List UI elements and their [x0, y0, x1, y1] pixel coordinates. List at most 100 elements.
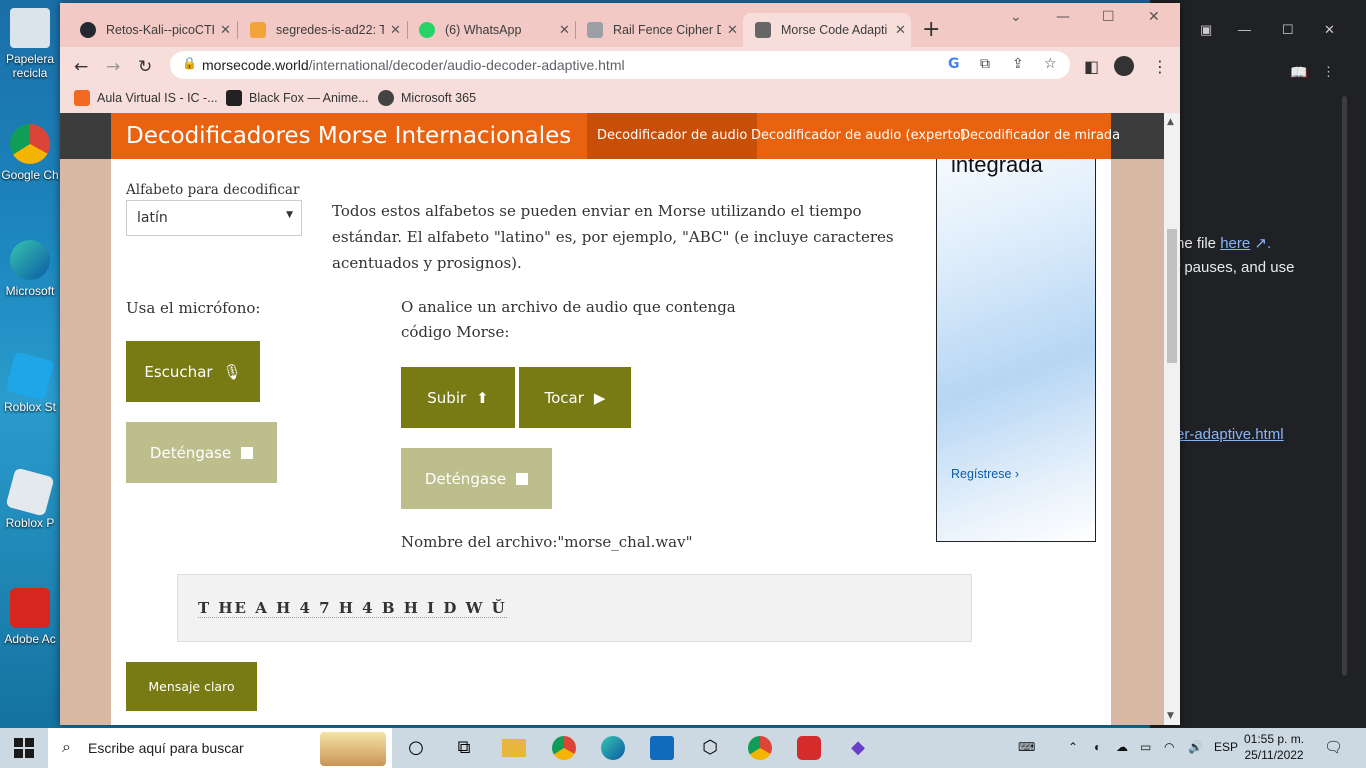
page-scrollbar[interactable]: ▲ ▼ — [1164, 113, 1180, 725]
right-window-line: f pauses, and use — [1176, 259, 1295, 276]
show-hidden-icons[interactable]: ⌃ — [1068, 740, 1078, 754]
tab-github[interactable]: Retos-Kali--picoCTF ✕ — [68, 13, 236, 47]
bookmark-aula-virtual[interactable]: Aula Virtual IS - IC -... — [74, 90, 218, 106]
virtualbox-icon[interactable]: ⬡ — [698, 736, 722, 760]
advertisement[interactable]: integrada Regístrese › — [936, 113, 1096, 542]
edge-shortcut[interactable]: Microsoft — [0, 240, 60, 298]
clear-message-button[interactable]: Mensaje claro — [126, 662, 257, 711]
language-indicator[interactable]: ESP — [1214, 740, 1238, 754]
site-title[interactable]: Decodificadores Morse Internacionales — [126, 123, 571, 149]
adaptive-link[interactable]: er-adaptive.html — [1176, 426, 1284, 443]
scroll-down-icon[interactable]: ▼ — [1167, 711, 1174, 721]
restore-icon[interactable]: ☐ — [1282, 22, 1294, 38]
tab-morse-code[interactable]: Morse Code Adapti ✕ — [743, 13, 911, 47]
translate-icon[interactable]: ⧉ — [980, 56, 990, 72]
onedrive-icon[interactable]: ☁ — [1116, 740, 1128, 754]
tab-close-icon[interactable]: ✕ — [727, 22, 738, 38]
reader-icon[interactable]: 📖 — [1290, 64, 1307, 81]
roblox-studio-shortcut[interactable]: Roblox St — [0, 351, 60, 414]
task-view-icon[interactable]: ⧉ — [452, 736, 476, 760]
obsidian-icon[interactable]: ◆ — [846, 736, 870, 760]
ad-register-link[interactable]: Regístrese › — [951, 467, 1019, 481]
bookmark-black-fox[interactable]: Black Fox — Anime... — [226, 90, 368, 106]
recycle-bin-shortcut[interactable]: Papelera recicla — [0, 8, 60, 80]
desktop-icon-label: Roblox P — [5, 516, 55, 530]
nav-audio-decoder[interactable]: Decodificador de audio — [587, 113, 758, 159]
minimize-icon[interactable]: — — [1238, 22, 1251, 37]
edge-taskbar-icon[interactable] — [601, 736, 625, 760]
back-icon[interactable]: ← — [74, 57, 88, 77]
tab-rail-fence[interactable]: Rail Fence Cipher D ✕ — [575, 13, 743, 47]
tab-close-icon[interactable]: ✕ — [390, 22, 401, 38]
scroll-up-icon[interactable]: ▲ — [1167, 117, 1174, 127]
chrome-shortcut[interactable]: Google Ch — [0, 124, 60, 182]
right-window-line: er-adaptive.html — [1176, 426, 1284, 443]
nav-gaze-decoder[interactable]: Decodificador de mirada — [950, 113, 1130, 159]
roblox-player-shortcut[interactable]: Roblox P — [0, 467, 60, 530]
tab-close-icon[interactable]: ✕ — [559, 22, 570, 38]
notifications-icon[interactable]: 🗨 — [1324, 738, 1343, 756]
close-icon[interactable]: ✕ — [1324, 22, 1335, 38]
bookmark-microsoft-365[interactable]: Microsoft 365 — [378, 90, 476, 106]
upload-button[interactable]: Subir ⬆ — [401, 367, 515, 428]
filename-text: Nombre del archivo:"morse_chal.wav" — [401, 533, 693, 551]
store-icon[interactable] — [650, 736, 674, 760]
wifi-icon[interactable]: ◠ — [1164, 740, 1174, 754]
listen-button[interactable]: Escuchar 🎙 — [126, 341, 260, 402]
desktop-icon-label: Roblox St — [3, 400, 57, 414]
clock-time: 01:55 p. m. — [1244, 732, 1305, 746]
recycle-bin-icon — [10, 8, 50, 48]
forward-icon[interactable]: → — [106, 57, 120, 77]
url-text: morsecode.world/international/decoder/au… — [202, 57, 625, 73]
reload-icon[interactable]: ↻ — [138, 57, 152, 77]
minimize-icon[interactable]: — — [1056, 9, 1070, 25]
side-panel-icon[interactable]: ◧ — [1084, 57, 1099, 76]
bookmark-star-icon[interactable]: ☆ — [1044, 56, 1057, 72]
profile-avatar[interactable] — [1114, 56, 1134, 76]
play-button[interactable]: Tocar ▶ — [519, 367, 631, 428]
tab-whatsapp[interactable]: (6) WhatsApp ✕ — [407, 13, 575, 47]
share-icon[interactable]: ⇪ — [1012, 56, 1024, 72]
meet-icon[interactable]: ◐ — [1094, 740, 1101, 754]
volume-icon[interactable]: 🔊 — [1188, 740, 1203, 754]
stop-file-button[interactable]: Deténgase — [401, 448, 552, 509]
sidebar-toggle-icon[interactable]: ▣ — [1200, 22, 1212, 38]
upload-label: Subir — [427, 388, 467, 407]
tab-close-icon[interactable]: ✕ — [895, 22, 906, 38]
stop-icon — [241, 446, 254, 459]
tab-search-icon[interactable]: ⌄ — [1010, 9, 1022, 25]
cortana-icon[interactable]: ○ — [404, 736, 428, 760]
app-taskbar-icon[interactable] — [797, 736, 821, 760]
alphabet-select[interactable]: latín ▼ — [126, 200, 302, 236]
more-icon[interactable]: ⋮ — [1322, 64, 1335, 80]
google-icon[interactable]: G — [948, 56, 960, 72]
new-tab-button[interactable]: + — [922, 17, 940, 42]
listen-label: Escuchar — [144, 362, 213, 381]
menu-icon[interactable]: ⋮ — [1152, 57, 1168, 76]
here-link[interactable]: here — [1220, 235, 1250, 252]
windows-start-icon[interactable] — [14, 738, 34, 758]
adobe-acrobat-shortcut[interactable]: Adobe Ac — [0, 588, 60, 646]
battery-icon[interactable]: ▭ — [1140, 740, 1151, 754]
tab-title: Retos-Kali--picoCTF — [106, 23, 214, 37]
close-icon[interactable]: ✕ — [1148, 9, 1160, 25]
scroll-thumb[interactable] — [1167, 229, 1177, 363]
keyboard-icon[interactable]: ⌨ — [1018, 740, 1035, 754]
maximize-icon[interactable]: ☐ — [1102, 9, 1115, 25]
roblox-player-icon — [5, 467, 55, 517]
tab-moodle[interactable]: segredes-is-ad22: T ✕ — [238, 13, 406, 47]
stop-mic-button[interactable]: Deténgase — [126, 422, 277, 483]
chrome-profile-taskbar-icon[interactable] — [748, 736, 772, 760]
tab-close-icon[interactable]: ✕ — [220, 22, 231, 38]
scrollbar[interactable] — [1342, 96, 1347, 676]
chrome-taskbar-icon[interactable] — [552, 736, 576, 760]
clock[interactable]: 01:55 p. m. 25/11/2022 — [1244, 731, 1304, 763]
chrome-icon — [10, 124, 50, 164]
clear-label: Mensaje claro — [148, 679, 235, 694]
file-explorer-icon[interactable] — [502, 739, 526, 757]
address-bar[interactable]: 🔒 morsecode.world/international/decoder/… — [170, 51, 1070, 79]
file-label: O analice un archivo de audio que conten… — [401, 298, 736, 341]
nav-audio-decoder-expert[interactable]: Decodificador de audio (experto) — [741, 113, 976, 159]
taskbar-search[interactable]: ⌕ Escribe aquí para buscar — [48, 728, 392, 768]
dropdown-caret-icon: ▼ — [286, 210, 293, 220]
